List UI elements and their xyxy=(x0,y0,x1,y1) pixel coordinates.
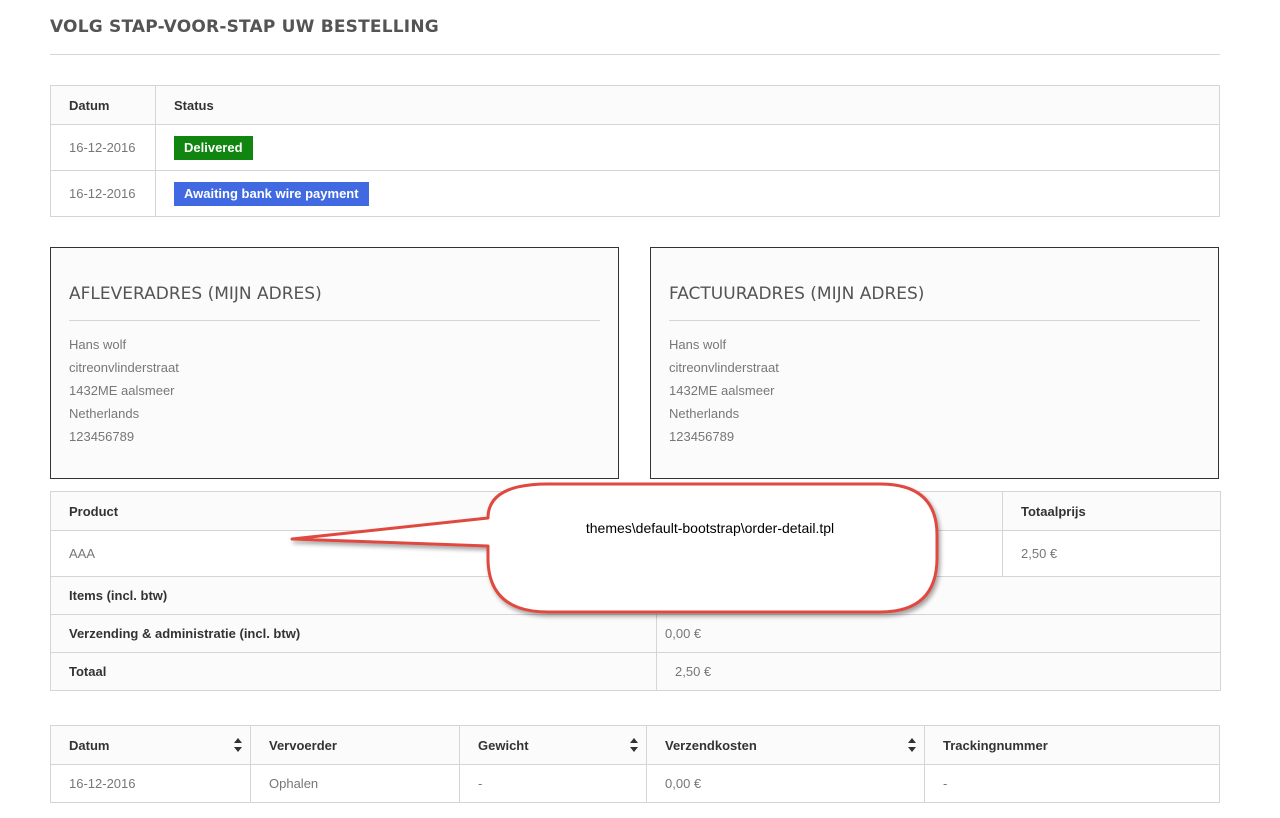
sort-icon[interactable] xyxy=(234,738,242,752)
address-country: Netherlands xyxy=(69,406,140,421)
column-header-shipping-cost[interactable]: Verzendkosten xyxy=(646,725,925,765)
product-name: AAA xyxy=(50,530,1003,577)
heading-divider xyxy=(50,54,1220,55)
column-header-date[interactable]: Datum xyxy=(50,725,251,765)
summary-value xyxy=(656,576,1221,615)
order-status-table: Datum Status 16-12-2016 Delivered 16-12-… xyxy=(50,85,1220,217)
status-badge: Awaiting bank wire payment xyxy=(174,181,369,206)
summary-row: Items (incl. btw) xyxy=(50,576,1221,615)
invoice-address-title: FACTUURADRES (MIJN ADRES) xyxy=(669,282,1200,321)
column-header-total-price: Totaalprijs xyxy=(1002,491,1221,531)
shipping-table: Datum Vervoerder Gewicht Verzendkosten T… xyxy=(50,725,1220,803)
delivery-address-title: AFLEVERADRES (MIJN ADRES) xyxy=(69,282,600,321)
column-header-date: Datum xyxy=(50,85,156,125)
column-header-shipping-cost-label: Verzendkosten xyxy=(665,737,757,753)
table-row: 16-12-2016 Awaiting bank wire payment xyxy=(50,170,1220,217)
status-date: 16-12-2016 xyxy=(50,124,156,171)
delivery-address-box: AFLEVERADRES (MIJN ADRES) Hans wolf citr… xyxy=(50,247,619,479)
shipping-cost: 0,00 € xyxy=(646,764,925,803)
invoice-address-box: FACTUURADRES (MIJN ADRES) Hans wolf citr… xyxy=(650,247,1219,479)
address-street: citreonvlinderstraat xyxy=(69,360,179,375)
shipping-tracking: - xyxy=(924,764,1220,803)
address-street: citreonvlinderstraat xyxy=(669,360,779,375)
summary-value: 0,00 € xyxy=(656,614,1221,653)
shipping-date: 16-12-2016 xyxy=(50,764,251,803)
column-header-carrier: Vervoerder xyxy=(250,725,460,765)
summary-label: Verzending & administratie (incl. btw) xyxy=(50,614,657,653)
summary-row: Totaal 2,50 € xyxy=(50,652,1221,691)
column-header-tracking: Trackingnummer xyxy=(924,725,1220,765)
column-header-date-label: Datum xyxy=(69,737,110,753)
column-header-status: Status xyxy=(155,85,1220,125)
shipping-carrier: Ophalen xyxy=(250,764,460,803)
table-row: 16-12-2016 Ophalen - 0,00 € - xyxy=(50,764,1220,803)
column-header-weight[interactable]: Gewicht xyxy=(459,725,647,765)
summary-label: Items (incl. btw) xyxy=(50,576,657,615)
sort-icon[interactable] xyxy=(908,738,916,752)
address-city: 1432ME aalsmeer xyxy=(669,383,775,398)
page-title: VOLG STAP-VOOR-STAP UW BESTELLING xyxy=(50,17,439,37)
product-total-price: 2,50 € xyxy=(1002,530,1221,577)
address-city: 1432ME aalsmeer xyxy=(69,383,175,398)
address-phone: 123456789 xyxy=(669,429,735,444)
summary-label: Totaal xyxy=(50,652,657,691)
address-name: Hans wolf xyxy=(669,337,727,352)
table-row: AAA 2,50 € xyxy=(50,530,1221,577)
address-country: Netherlands xyxy=(669,406,740,421)
status-date: 16-12-2016 xyxy=(50,170,156,217)
summary-value: 2,50 € xyxy=(656,652,1221,691)
annotation-text: themes\default-bootstrap\order-detail.tp… xyxy=(585,520,835,536)
address-phone: 123456789 xyxy=(69,429,135,444)
column-header-weight-label: Gewicht xyxy=(478,737,529,753)
sort-icon[interactable] xyxy=(630,738,638,752)
table-row: 16-12-2016 Delivered xyxy=(50,124,1220,171)
summary-row: Verzending & administratie (incl. btw) 0… xyxy=(50,614,1221,653)
status-badge: Delivered xyxy=(174,135,253,160)
address-name: Hans wolf xyxy=(69,337,127,352)
shipping-weight: - xyxy=(459,764,647,803)
